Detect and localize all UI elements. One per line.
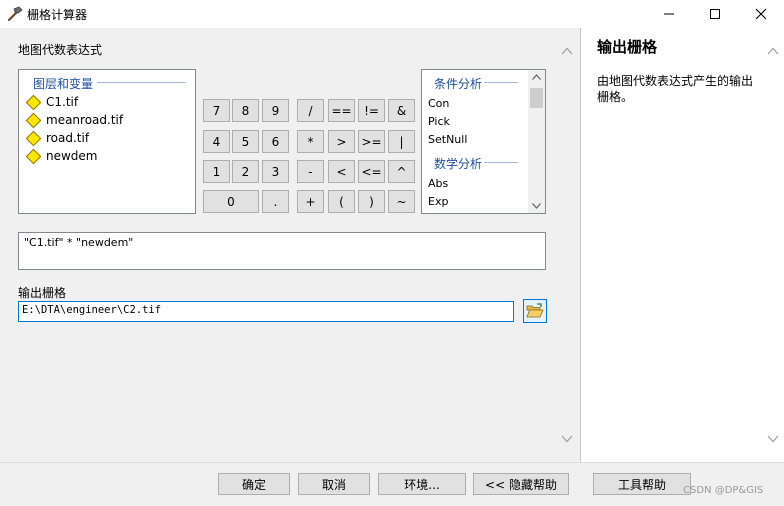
chevron-up-icon[interactable] (767, 47, 779, 55)
bottom-divider (0, 462, 784, 463)
minimize-button[interactable] (646, 0, 692, 28)
layer-item[interactable]: C1.tif (25, 93, 79, 111)
help-description: 由地图代数表达式产生的输出栅格。 (597, 74, 754, 104)
main-scrollbar[interactable] (558, 38, 576, 452)
digit-2-button[interactable]: 2 (232, 160, 259, 183)
function-item[interactable]: Exp (428, 195, 448, 208)
not-equal-button[interactable]: != (358, 99, 385, 122)
ok-button[interactable]: 确定 (218, 473, 290, 495)
close-button[interactable] (738, 0, 784, 28)
greater-button[interactable]: > (328, 130, 355, 153)
or-button[interactable]: | (388, 130, 415, 153)
minus-button[interactable]: - (297, 160, 324, 183)
help-title: 输出栅格 (597, 38, 658, 56)
layer-item-label: C1.tif (46, 95, 79, 109)
window-title: 栅格计算器 (27, 8, 88, 22)
digit-6-button[interactable]: 6 (262, 130, 289, 153)
not-button[interactable]: ~ (388, 190, 415, 213)
layer-diamond-icon (25, 94, 42, 110)
functions-list: 条件分析 Con Pick SetNull 数学分析 Abs Exp (421, 69, 546, 214)
less-equal-button[interactable]: <= (358, 160, 385, 183)
xor-button[interactable]: ^ (388, 160, 415, 183)
multiply-button[interactable]: * (297, 130, 324, 153)
folder-open-icon (526, 303, 544, 318)
function-item[interactable]: Abs (428, 177, 448, 190)
digit-9-button[interactable]: 9 (262, 99, 289, 122)
and-button[interactable]: & (388, 99, 415, 122)
digit-8-button[interactable]: 8 (232, 99, 259, 122)
digit-3-button[interactable]: 3 (262, 160, 289, 183)
functions-scrollbar[interactable] (528, 70, 545, 213)
chevron-up-icon[interactable] (561, 47, 573, 55)
hammer-icon (6, 5, 24, 23)
greater-equal-button[interactable]: >= (358, 130, 385, 153)
output-raster-input[interactable]: E:\DTA\engineer\C2.tif (18, 301, 514, 322)
divide-button[interactable]: / (297, 99, 324, 122)
layers-group-title: 图层和变量 (33, 77, 94, 91)
chevron-up-icon[interactable] (532, 74, 541, 80)
minimize-icon (664, 13, 674, 15)
equal-button[interactable]: == (328, 99, 355, 122)
open-paren-button[interactable]: ( (328, 190, 355, 213)
layer-item-label: road.tif (46, 131, 90, 145)
function-item[interactable]: Pick (428, 115, 450, 128)
maximize-icon (710, 9, 720, 19)
layer-item[interactable]: road.tif (25, 129, 90, 147)
hide-help-button[interactable]: << 隐藏帮助 (473, 473, 569, 495)
scrollbar-thumb[interactable] (530, 88, 543, 108)
less-button[interactable]: < (328, 160, 355, 183)
digit-5-button[interactable]: 5 (232, 130, 259, 153)
function-item[interactable]: Con (428, 97, 449, 110)
layer-item[interactable]: meanroad.tif (25, 111, 124, 129)
layer-item-label: newdem (46, 149, 98, 163)
digit-7-button[interactable]: 7 (203, 99, 230, 122)
layer-diamond-icon (25, 112, 42, 128)
output-raster-label: 输出栅格 (18, 286, 67, 300)
chevron-down-icon[interactable] (532, 203, 541, 209)
decimal-button[interactable]: . (262, 190, 289, 213)
browse-button[interactable] (523, 299, 547, 323)
environments-button[interactable]: 环境... (378, 473, 466, 495)
digit-1-button[interactable]: 1 (203, 160, 230, 183)
plus-button[interactable]: + (297, 190, 324, 213)
digit-0-button[interactable]: 0 (203, 190, 259, 213)
layer-diamond-icon (25, 130, 42, 146)
group-divider (484, 82, 518, 83)
chevron-down-icon[interactable] (561, 435, 573, 443)
layer-item[interactable]: newdem (25, 147, 98, 165)
chevron-down-icon[interactable] (767, 435, 779, 443)
group-divider (97, 82, 186, 83)
group-divider (484, 162, 518, 163)
close-paren-button[interactable]: ) (358, 190, 385, 213)
close-icon (755, 8, 767, 20)
expression-input[interactable]: "C1.tif" * "newdem" (18, 232, 546, 270)
maximize-button[interactable] (692, 0, 738, 28)
functions-group-title: 条件分析 (434, 77, 483, 91)
digit-4-button[interactable]: 4 (203, 130, 230, 153)
layer-diamond-icon (25, 148, 42, 164)
cancel-button[interactable]: 取消 (298, 473, 370, 495)
functions-group-title: 数学分析 (434, 157, 483, 171)
help-scrollbar[interactable] (764, 38, 782, 452)
function-item[interactable]: SetNull (428, 133, 467, 146)
tool-help-button[interactable]: 工具帮助 (593, 473, 691, 495)
layer-item-label: meanroad.tif (46, 113, 124, 127)
expression-label: 地图代数表达式 (18, 43, 103, 57)
watermark: CSDN @DP&GIS (683, 485, 764, 496)
